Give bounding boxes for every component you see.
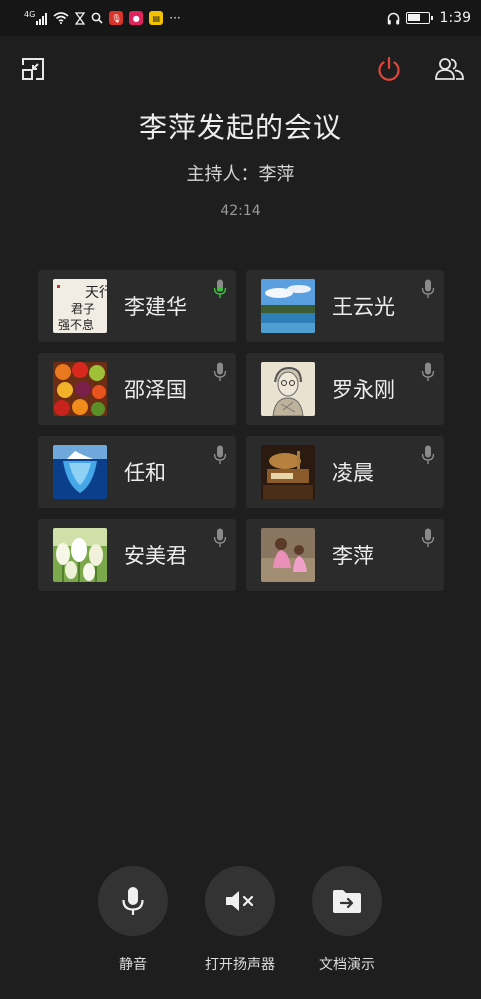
status-bar-left: 4G 🎙 ● ▤ ··· [24,11,181,25]
music-app-icon: ● [129,11,144,25]
participant-card[interactable]: 天行 君子 强不息 李建华 [38,270,236,342]
mic-icon [213,445,227,464]
participant-card[interactable]: 凌晨 [246,436,444,508]
end-meeting-button[interactable] [374,54,404,84]
meeting-host: 主持人：李萍 [186,164,295,185]
avatar-fruits [53,362,107,416]
speaker-muted-icon [226,891,254,911]
participant-card[interactable]: 李萍 [246,519,444,591]
participant-name: 李建华 [124,295,187,319]
minimize-icon [22,58,44,80]
avatar-kids-playing [261,528,315,582]
microphone-icon [122,887,144,915]
status-bar: 4G 🎙 ● ▤ ··· 1:39 [0,0,481,36]
participant-name: 任和 [124,461,166,485]
avatar-iceberg [53,445,107,499]
participant-name: 李萍 [332,544,374,568]
present-label: 文档演示 [319,957,375,973]
mic-icon [421,279,435,298]
minimize-window-button[interactable] [18,54,48,84]
participants-button[interactable] [432,54,468,84]
svg-text:强不息: 强不息 [58,317,94,332]
participant-card[interactable]: 安美君 [38,519,236,591]
headphones-icon [387,12,399,24]
participant-name: 凌晨 [332,461,374,485]
present-control: 文档演示 [311,866,383,974]
hourglass-icon [75,11,86,25]
mute-control: 静音 [97,866,169,974]
participant-card[interactable]: 任和 [38,436,236,508]
wifi-icon [53,12,69,24]
search-icon [91,12,103,24]
mic-active-icon [213,279,227,298]
avatar-tulips [53,528,107,582]
folder-share-icon [333,890,361,913]
svg-text:天行: 天行 [85,285,107,301]
avatar-sketch-portrait [261,362,315,416]
participant-name: 王云光 [332,295,395,319]
speaker-button[interactable] [205,866,275,936]
participant-card[interactable]: 罗永刚 [246,353,444,425]
participant-name: 罗永刚 [332,378,395,402]
meeting-duration: 42:14 [220,203,261,219]
meeting-title: 李萍发起的会议 [138,111,342,144]
mic-icon [213,528,227,547]
participant-card[interactable]: 邵泽国 [38,353,236,425]
avatar-desk-lamp [261,445,315,499]
mic-icon [421,528,435,547]
speaker-label: 打开扬声器 [205,957,275,973]
mic-icon [421,362,435,381]
mic-icon [213,362,227,381]
avatar-lake-landscape [261,279,315,333]
svg-text:君子: 君子 [71,302,95,316]
avatar-calligraphy: 天行 君子 强不息 [53,279,107,333]
participant-name: 邵泽国 [124,378,187,402]
members-icon [435,58,464,80]
present-document-button[interactable] [312,866,382,936]
mic-icon [421,445,435,464]
status-bar-right: 1:39 [387,10,471,26]
more-notifications-icon: ··· [169,11,181,25]
mute-button[interactable] [98,866,168,936]
participant-name: 安美君 [124,544,187,568]
speaker-control: 打开扬声器 [204,866,276,974]
status-time: 1:39 [439,10,471,26]
news-app-icon: ▤ [149,11,164,25]
cellular-signal-icon: 4G [24,11,48,25]
participant-card[interactable]: 王云光 [246,270,444,342]
mic-app-icon: 🎙 [109,11,124,25]
battery-icon [405,12,433,24]
power-icon [378,56,400,81]
mute-label: 静音 [119,957,147,973]
